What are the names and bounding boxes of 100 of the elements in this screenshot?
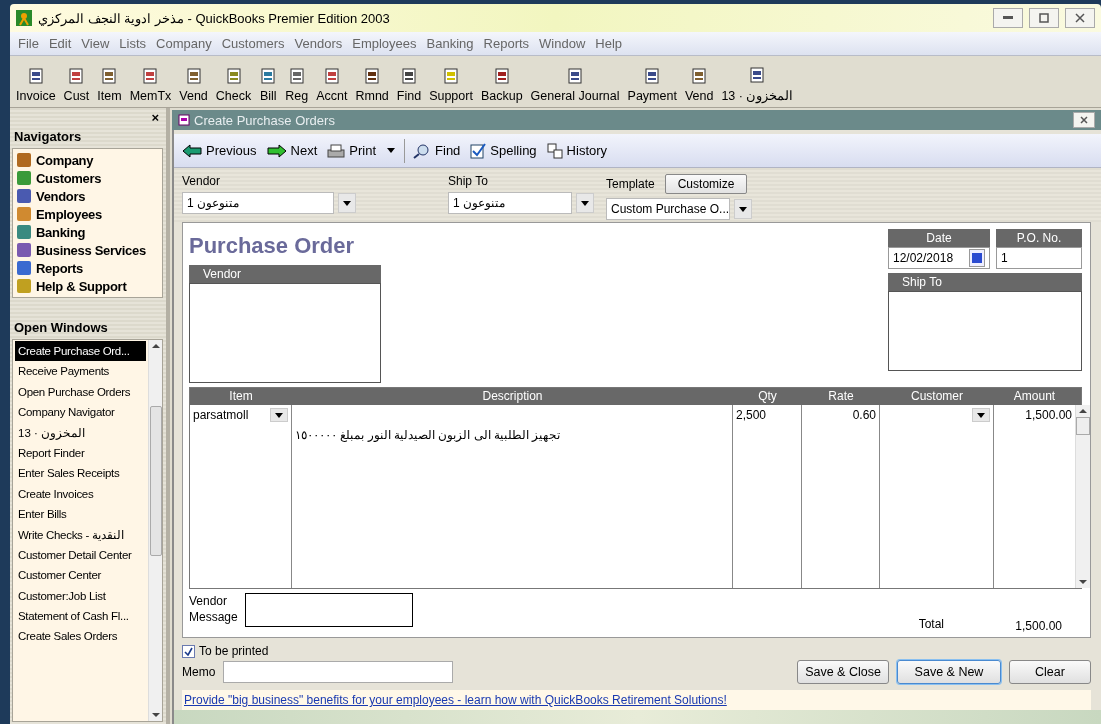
toolbar-button[interactable]: Vend bbox=[175, 67, 212, 103]
toolbar-button[interactable]: Rmnd bbox=[351, 67, 393, 103]
navigator-link[interactable]: Reports bbox=[16, 260, 159, 276]
navigator-link[interactable]: Employees bbox=[16, 206, 159, 222]
po-number-field[interactable]: 1 bbox=[996, 247, 1082, 269]
toolbar-button[interactable]: Vend bbox=[680, 67, 718, 103]
checkbox[interactable] bbox=[182, 644, 195, 658]
menu-item[interactable]: View bbox=[77, 36, 114, 51]
window-list-item[interactable]: Customer Center bbox=[15, 565, 146, 586]
window-list-item[interactable]: Create Purchase Ord... bbox=[15, 341, 146, 362]
ship-to-dropdown[interactable]: متنوعون 1 bbox=[448, 192, 572, 214]
toolbar-button[interactable]: Payment bbox=[623, 67, 681, 103]
column-header: Rate bbox=[827, 388, 855, 405]
toolbar-button[interactable]: Support bbox=[425, 67, 477, 103]
action-button[interactable]: Clear bbox=[1009, 660, 1091, 684]
dropdown-button[interactable] bbox=[734, 199, 752, 219]
action-button[interactable]: Save & New bbox=[897, 660, 1001, 684]
window-list-item[interactable]: Receive Payments bbox=[15, 361, 146, 382]
close-button[interactable]: × bbox=[147, 110, 163, 125]
menu-item[interactable]: File bbox=[14, 36, 43, 51]
minimize-button[interactable] bbox=[993, 8, 1023, 28]
toolbar-button[interactable]: Reg bbox=[281, 67, 313, 103]
close-icon bbox=[1080, 116, 1088, 124]
window-list-item[interactable]: Write Checks - النقدية bbox=[15, 524, 146, 545]
scrollbar[interactable] bbox=[148, 340, 162, 721]
window-list-item[interactable]: Statement of Cash Fl... bbox=[15, 606, 146, 627]
menu-item[interactable]: Company bbox=[152, 36, 216, 51]
form-toolbar-button[interactable]: Print bbox=[323, 143, 381, 158]
window-list-item[interactable]: Open Purchase Orders bbox=[15, 381, 146, 403]
toolbar-button[interactable]: Cust bbox=[59, 67, 94, 103]
window-list-item[interactable]: Enter Sales Receipts bbox=[15, 463, 146, 484]
restore-button[interactable] bbox=[1029, 8, 1059, 28]
vendor-message-field[interactable] bbox=[245, 593, 413, 627]
toolbar-button[interactable]: MemTx bbox=[125, 67, 176, 103]
form-toolbar-button[interactable]: Spelling bbox=[466, 142, 541, 159]
window-title: مذخر ادوية النجف المركزي - QuickBooks Premier Edition 2003 bbox=[38, 10, 391, 26]
toolbar-button[interactable]: Accnt bbox=[312, 67, 352, 103]
scroll-thumb[interactable] bbox=[149, 405, 162, 556]
memo-field[interactable] bbox=[223, 661, 454, 683]
toolbar-button[interactable]: General Journal bbox=[526, 67, 624, 103]
navigator-link[interactable]: Business Services bbox=[16, 242, 159, 258]
menu-item[interactable]: Vendors bbox=[290, 36, 347, 51]
menu-item[interactable]: Lists bbox=[115, 36, 151, 51]
ship-to-address-field[interactable] bbox=[888, 291, 1082, 371]
menu-item[interactable]: Employees bbox=[348, 36, 421, 51]
window-list-item[interactable]: Customer:Job List bbox=[15, 585, 146, 607]
toolbar-button[interactable]: Backup bbox=[476, 67, 527, 103]
navigator-link[interactable]: Company bbox=[16, 152, 159, 168]
window-list-item[interactable]: Report Finder bbox=[15, 442, 146, 464]
navigator-link[interactable]: Customers bbox=[16, 170, 159, 186]
form-toolbar-button[interactable]: Next bbox=[262, 143, 322, 158]
window-list-item[interactable]: Create Invoices bbox=[15, 483, 146, 505]
navigator-link[interactable]: Help & Support bbox=[16, 278, 159, 294]
close-button[interactable] bbox=[1065, 8, 1095, 28]
menu-item[interactable]: Window bbox=[535, 36, 590, 51]
toolbar-icon bbox=[26, 67, 45, 85]
action-button[interactable]: Save & Close bbox=[797, 660, 889, 684]
form-toolbar-button[interactable]: Previous bbox=[178, 143, 261, 158]
menu-item[interactable]: Reports bbox=[479, 36, 534, 51]
window-list-item[interactable]: Create Sales Orders bbox=[15, 626, 146, 647]
caret-icon bbox=[275, 412, 283, 418]
scrollbar[interactable] bbox=[1075, 405, 1090, 588]
menu-item[interactable]: Help bbox=[591, 36, 627, 51]
box-header: Date bbox=[888, 229, 990, 247]
vendor-dropdown[interactable]: متنوعون 1 bbox=[182, 192, 334, 214]
toolbar-button[interactable]: 13 · المخزون bbox=[717, 66, 798, 103]
window-list-item[interactable]: Customer Detail Center bbox=[15, 544, 146, 566]
promo-link[interactable]: Provide "big business" benefits for your employees - learn how with QuickBooks Retirement Solutions! bbox=[182, 690, 1091, 710]
total-value: 1,500.00 bbox=[1014, 619, 1062, 633]
total-label: Total bbox=[918, 617, 944, 631]
date-field[interactable]: 12/02/2018 bbox=[888, 247, 990, 269]
dropdown-button[interactable] bbox=[338, 193, 356, 213]
toolbar-button[interactable]: Item bbox=[93, 67, 126, 103]
navigator-link[interactable]: Vendors bbox=[16, 188, 159, 204]
vendor-address-field[interactable] bbox=[189, 283, 381, 383]
toolbar-button[interactable]: Check bbox=[211, 67, 256, 103]
toolbar-button[interactable]: Invoice bbox=[12, 67, 60, 103]
dropdown-button[interactable] bbox=[972, 408, 990, 422]
table-cell: تجهيز الطلبية الى الزبون الصيدلية النور بمبلغ ١٥٠٠٠٠٠ bbox=[295, 428, 561, 442]
toolbar-button[interactable]: Bill bbox=[255, 67, 282, 103]
toolbar-icon bbox=[748, 66, 767, 84]
form-heading: Purchase Order bbox=[189, 233, 356, 259]
menu-item[interactable]: Banking bbox=[422, 36, 478, 51]
scroll-thumb[interactable] bbox=[1076, 417, 1090, 435]
navigator-link[interactable]: Banking bbox=[16, 224, 159, 240]
form-toolbar-button[interactable]: Find bbox=[409, 142, 465, 159]
close-button[interactable] bbox=[1073, 112, 1095, 128]
menu-item[interactable]: Customers bbox=[217, 36, 289, 51]
template-dropdown[interactable]: Custom Purchase O... bbox=[606, 198, 730, 220]
dropdown-button[interactable] bbox=[576, 193, 594, 213]
window-list-item[interactable]: المخزون · 13 bbox=[15, 422, 146, 443]
dropdown-button[interactable] bbox=[270, 408, 288, 422]
window-list-item[interactable]: Company Navigator bbox=[15, 402, 146, 423]
toolbar-button[interactable]: Find bbox=[392, 67, 426, 103]
window-list-item[interactable]: Enter Bills bbox=[15, 504, 146, 525]
toolbar-icon bbox=[184, 67, 203, 85]
menu-item[interactable]: Edit bbox=[44, 36, 76, 51]
form-toolbar-button[interactable]: History bbox=[542, 142, 612, 159]
customize-button[interactable]: Customize bbox=[664, 174, 748, 194]
calendar-button[interactable] bbox=[969, 249, 985, 267]
